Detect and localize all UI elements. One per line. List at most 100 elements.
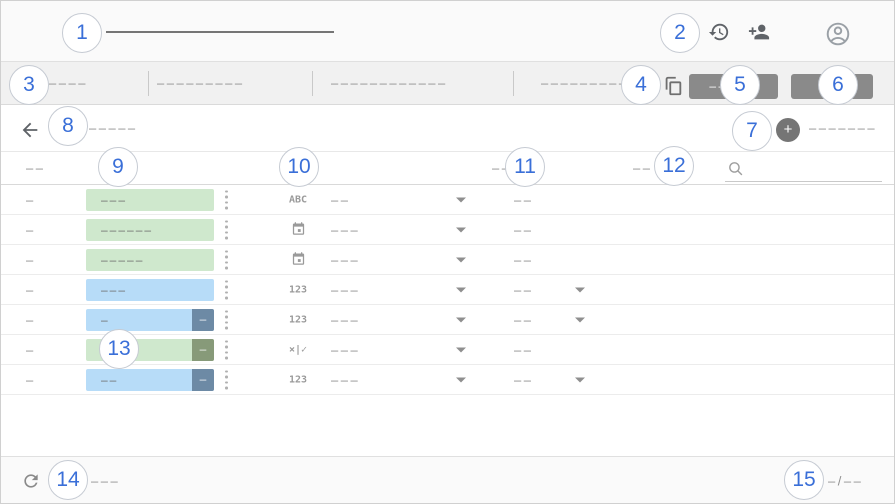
kebab-menu-icon[interactable]	[225, 280, 228, 299]
kebab-menu-icon[interactable]	[225, 250, 228, 269]
tabs-bar: –––– ––––––––– –––––––––––– ––––––––– ––…	[1, 62, 894, 105]
chevron-down-icon[interactable]	[575, 317, 585, 322]
callout-5: 5	[720, 65, 760, 105]
aggregation-label[interactable]: ––	[514, 282, 533, 297]
table-row: – ––– 123 ––– ––	[1, 275, 894, 305]
callout-12: 12	[654, 146, 694, 186]
add-person-icon[interactable]	[748, 21, 770, 43]
callout-9: 9	[98, 147, 138, 187]
add-field-button[interactable]: +	[776, 118, 800, 142]
field-chip-badge[interactable]: –	[192, 339, 214, 361]
account-circle-icon[interactable]	[825, 21, 847, 43]
field-chip-label: –––––	[101, 253, 144, 267]
type-select-label[interactable]: –––	[331, 282, 360, 297]
type-select-label[interactable]: –––	[331, 312, 360, 327]
type-select-label[interactable]: –––	[331, 222, 360, 237]
field-chip[interactable]: –––	[86, 279, 214, 301]
callout-2: 2	[660, 13, 700, 53]
empty-area	[1, 395, 894, 456]
footer-status-label: –––	[91, 474, 120, 489]
chevron-down-icon[interactable]	[456, 317, 466, 322]
table-row: – ––––– ––– ––	[1, 245, 894, 275]
boolean-type-icon[interactable]: ×|✓	[284, 344, 312, 355]
callout-14: 14	[48, 460, 88, 500]
chevron-down-icon[interactable]	[456, 347, 466, 352]
chevron-down-icon[interactable]	[456, 377, 466, 382]
callout-3: 3	[9, 65, 49, 105]
source-name-placeholder[interactable]: –––––	[89, 121, 138, 136]
refresh-icon[interactable]	[21, 471, 41, 491]
table-row: – ––– ABC –– ––	[1, 185, 894, 215]
kebab-menu-icon[interactable]	[225, 220, 228, 239]
field-chip[interactable]: –––	[86, 189, 214, 211]
footer-bar: ––– –/––	[1, 456, 894, 504]
aggregation-label[interactable]: ––	[514, 372, 533, 387]
calendar-icon[interactable]	[284, 221, 312, 239]
add-field-label[interactable]: –––––––	[809, 121, 877, 136]
chevron-down-icon[interactable]	[456, 197, 466, 202]
magnifier-icon	[727, 160, 744, 177]
number-type-icon[interactable]: 123	[284, 284, 312, 295]
aggregation-label[interactable]: ––	[514, 222, 533, 237]
field-chip[interactable]: ––––––	[86, 219, 214, 241]
kebab-menu-icon[interactable]	[225, 190, 228, 209]
calendar-icon[interactable]	[284, 251, 312, 269]
callout-11: 11	[505, 147, 545, 187]
table-row: – –––––– ––– ––	[1, 215, 894, 245]
chevron-down-icon[interactable]	[575, 377, 585, 382]
chevron-down-icon[interactable]	[456, 227, 466, 232]
row-index: –	[26, 342, 36, 357]
callout-1: 1	[62, 13, 102, 53]
callout-8: 8	[48, 106, 88, 146]
kebab-menu-icon[interactable]	[225, 370, 228, 389]
field-chip-label: –––	[101, 283, 127, 297]
aggregation-label[interactable]: ––	[514, 192, 533, 207]
search-input[interactable]	[725, 155, 882, 182]
type-select-label[interactable]: –––	[331, 252, 360, 267]
field-chip[interactable]: – –	[86, 309, 214, 331]
field-chip-badge[interactable]: –	[192, 369, 214, 391]
field-chip-badge[interactable]: –	[192, 309, 214, 331]
tab-item-2[interactable]: –––––––––	[157, 76, 245, 91]
aggregation-label[interactable]: ––	[514, 312, 533, 327]
header-filter-2[interactable]: ––	[633, 161, 652, 176]
type-select-label[interactable]: ––	[331, 192, 350, 207]
aggregation-label[interactable]: ––	[514, 342, 533, 357]
callout-7: 7	[732, 111, 772, 151]
number-type-icon[interactable]: 123	[284, 374, 312, 385]
chevron-down-icon[interactable]	[456, 287, 466, 292]
field-chip[interactable]: –––––	[86, 249, 214, 271]
number-type-icon[interactable]: 123	[284, 314, 312, 325]
text-type-icon[interactable]: ABC	[284, 194, 312, 205]
back-arrow-icon[interactable]	[19, 119, 41, 141]
aggregation-label[interactable]: ––	[514, 252, 533, 267]
tab-item-3[interactable]: ––––––––––––	[331, 76, 448, 91]
row-index: –	[26, 252, 36, 267]
callout-4: 4	[621, 65, 661, 105]
history-icon[interactable]	[708, 21, 730, 43]
callout-10: 10	[279, 147, 319, 187]
field-chip-label: ––	[101, 373, 118, 387]
row-index: –	[26, 192, 36, 207]
table-row: – – – 123 ––– ––	[1, 305, 894, 335]
type-select-label[interactable]: –––	[331, 342, 360, 357]
field-chip[interactable]: –– –	[86, 369, 214, 391]
tab-item-4[interactable]: –––––––––	[541, 76, 629, 91]
callout-6: 6	[818, 65, 858, 105]
tab-item-1[interactable]: ––––	[49, 76, 88, 91]
type-select-label[interactable]: –––	[331, 372, 360, 387]
field-table: – ––– ABC –– –– – –––––– ––– –– –	[1, 185, 894, 395]
chevron-down-icon[interactable]	[456, 257, 466, 262]
title-placeholder[interactable]	[106, 31, 334, 33]
top-app-bar	[1, 1, 894, 62]
copy-icon[interactable]	[662, 75, 684, 97]
field-chip-label: ––––––	[101, 223, 153, 237]
row-index: –	[26, 222, 36, 237]
chevron-down-icon[interactable]	[575, 287, 585, 292]
field-count-label: ––	[26, 161, 45, 176]
kebab-menu-icon[interactable]	[225, 310, 228, 329]
callout-15: 15	[784, 460, 824, 500]
row-index: –	[26, 312, 36, 327]
tab-divider	[513, 71, 514, 96]
kebab-menu-icon[interactable]	[225, 340, 228, 359]
